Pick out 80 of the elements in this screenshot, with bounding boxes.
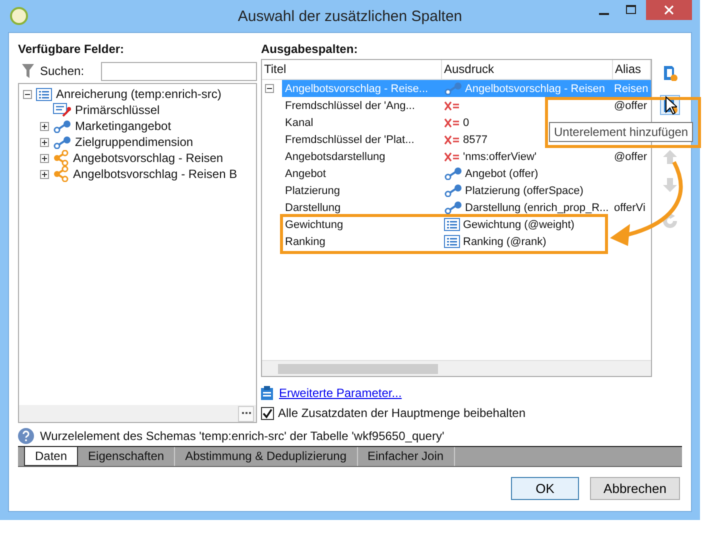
formula-icon (444, 118, 460, 128)
list-icon (36, 88, 52, 100)
link-icon (444, 201, 462, 214)
link-icon (53, 136, 71, 148)
table-cell: Darstellung (enrich_prop_R... (465, 202, 609, 214)
link-icon (444, 167, 462, 180)
tab[interactable]: Eigenschaften (78, 447, 176, 466)
tree-item[interactable]: Primärschlüssel (75, 103, 160, 117)
table-cell: @offer (614, 150, 647, 163)
link-icon (444, 82, 462, 96)
scrollbar[interactable] (262, 360, 651, 376)
table-cell: Angelbotsvorschlag - Reisen (465, 82, 606, 95)
tree-item[interactable]: Angebotsvorschlag - Reisen (73, 151, 224, 165)
table-cell: Reisen (614, 82, 648, 95)
window-title: Auswahl der zusätzlichen Spalten (236, 8, 464, 25)
minimize-icon (598, 12, 608, 14)
clipboard-icon (261, 386, 273, 400)
table-cell: Gewichtung (@weight) (463, 218, 574, 231)
share-icon (53, 150, 69, 166)
ok-button[interactable]: OK (511, 477, 579, 500)
formula-icon (444, 100, 460, 111)
expand-icon[interactable] (40, 154, 49, 162)
more-icon[interactable] (238, 406, 254, 422)
section-label: Ausgabespalten: (261, 41, 359, 58)
tab[interactable]: Einfacher Join (358, 447, 455, 466)
section-label: Verfügbare Felder: (18, 41, 126, 58)
table-cell[interactable]: Fremdschlüssel der 'Ang... (285, 100, 415, 112)
table-cell: 0 (463, 116, 470, 129)
close-icon (664, 5, 674, 15)
expand-icon[interactable] (40, 122, 49, 130)
expand-icon[interactable] (40, 170, 49, 178)
share-icon (53, 166, 69, 182)
table-cell[interactable]: Platzierung (285, 184, 340, 197)
tree-item[interactable]: Angelbotsvorschlag - Reisen B (73, 167, 238, 181)
tab[interactable]: Daten (24, 447, 78, 466)
table-cell: 8577 (463, 134, 488, 146)
column-header[interactable]: Ausdruck (442, 60, 613, 80)
expand-icon[interactable] (40, 138, 49, 146)
list-icon (444, 235, 460, 248)
table-cell: Platzierung (offerSpace) (465, 184, 584, 197)
tree-item[interactable]: Marketingangebot (75, 119, 172, 133)
table-cell: @offer (614, 100, 647, 112)
table-cell: Angebot (offer) (465, 168, 538, 180)
collapse-icon[interactable] (265, 84, 274, 94)
app-logo-icon (10, 7, 28, 25)
formula-icon (444, 134, 460, 145)
key-list-icon (53, 103, 71, 117)
help-icon (18, 428, 34, 444)
search-label: Suchen: (40, 64, 84, 78)
maximize-icon (626, 5, 636, 15)
table-cell[interactable]: Ranking (285, 236, 326, 248)
column-header[interactable]: Alias (613, 60, 651, 80)
checkbox-label: Alle Zusatzdaten der Hauptmenge beibehalten (278, 406, 526, 420)
table-cell: offerVi (614, 202, 646, 214)
advanced-parameters-link[interactable]: Erweiterte Parameter... (279, 386, 402, 400)
column-header[interactable]: Titel (262, 60, 442, 80)
close-button[interactable] (646, 0, 692, 20)
mouse-pointer-icon (665, 96, 677, 115)
formula-icon (444, 152, 460, 162)
table-cell[interactable]: Angebotsdarstellung (285, 150, 386, 163)
table-cell[interactable]: Gewichtung (285, 218, 344, 231)
help-text: Wurzelelement des Schemas 'temp:enrich-src' der Tabelle 'wkf95650_query' (40, 429, 444, 443)
cancel-button[interactable]: Abbrechen (590, 477, 680, 500)
collapse-icon[interactable] (23, 90, 32, 98)
checkbox[interactable] (261, 406, 274, 420)
table-cell[interactable]: Darstellung (285, 202, 341, 214)
table-cell[interactable]: Fremdschlüssel der 'Plat... (285, 134, 414, 146)
table-cell[interactable]: Kanal (285, 116, 314, 129)
table-cell: Ranking (@rank) (463, 236, 546, 248)
link-icon (53, 120, 71, 132)
link-icon (444, 184, 462, 198)
list-icon (444, 218, 460, 232)
tooltip: Unterelement hinzufügen (549, 122, 694, 142)
tab[interactable]: Abstimmung & Deduplizierung (175, 447, 358, 466)
filter-icon (22, 64, 34, 78)
tree-item[interactable]: Anreicherung (temp:enrich-src) (56, 87, 222, 101)
search-field[interactable] (101, 62, 257, 80)
table-cell: 'nms:offerView' (463, 150, 536, 163)
table-cell[interactable]: Angebot (285, 168, 326, 180)
tree-item[interactable]: Zielgruppendimension (75, 135, 194, 149)
